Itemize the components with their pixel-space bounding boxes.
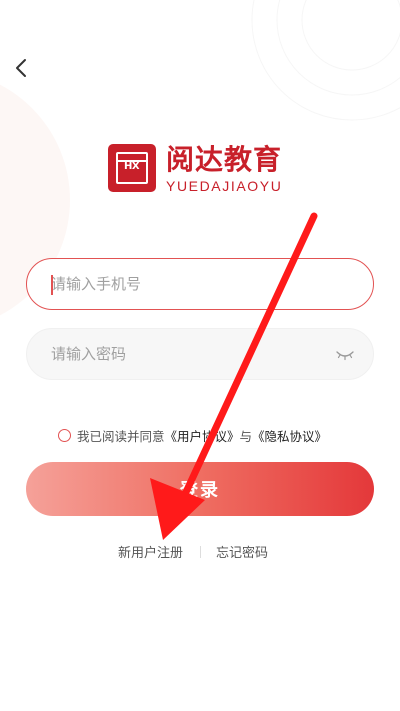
logo-mark-text: HX [124, 161, 140, 172]
app-logo: HX 阅达教育 YUEDAJIAOYU [108, 144, 294, 196]
agreement-row: 我已阅读并同意 《用户协议》 与 《隐私协议》 [58, 425, 327, 445]
register-link[interactable]: 新用户注册 [118, 542, 183, 561]
privacy-policy-link[interactable]: 《隐私协议》 [252, 426, 327, 445]
chevron-left-icon [16, 59, 26, 77]
login-button-label: 登录 [180, 480, 220, 501]
forgot-password-link[interactable]: 忘记密码 [216, 542, 268, 561]
logo-name-cn: 阅达教育 [166, 143, 283, 176]
phone-field[interactable] [26, 258, 374, 310]
eye-closed-icon[interactable] [335, 346, 355, 364]
password-input[interactable] [51, 329, 331, 379]
back-button[interactable] [10, 56, 34, 80]
link-divider [200, 546, 201, 558]
login-button[interactable]: 登录 [26, 462, 374, 516]
user-agreement-link[interactable]: 《用户协议》 [165, 426, 240, 445]
password-field[interactable] [26, 328, 374, 380]
agreement-joiner: 与 [239, 428, 253, 444]
text-caret [51, 275, 53, 295]
agreement-prefix: 我已阅读并同意 [77, 428, 165, 444]
logo-name-en: YUEDAJIAOYU [166, 178, 283, 194]
logo-mark: HX [108, 144, 156, 192]
phone-input[interactable] [51, 259, 331, 309]
footer-links: 新用户注册 忘记密码 [0, 542, 400, 562]
agreement-checkbox[interactable] [58, 428, 71, 442]
